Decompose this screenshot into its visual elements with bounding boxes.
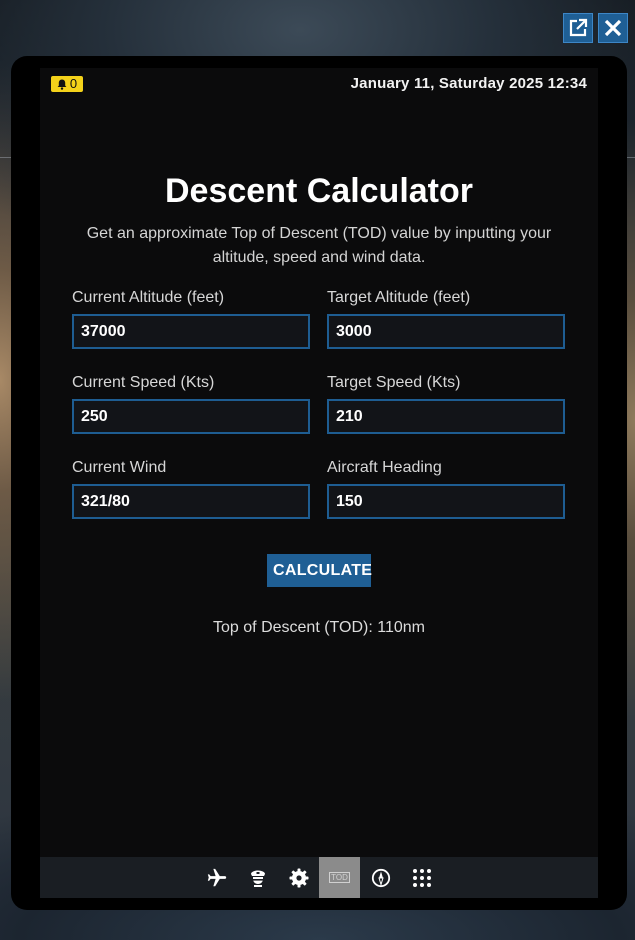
- datetime: January 11, Saturday 2025 12:34: [350, 75, 587, 92]
- current-speed-field: Current Speed (Kts): [72, 373, 312, 434]
- compass-icon: [371, 868, 390, 887]
- current-altitude-input[interactable]: [72, 314, 310, 349]
- tablet-panel: 0 January 11, Saturday 2025 12:34 Descen…: [11, 56, 627, 910]
- aircraft-heading-label: Aircraft Heading: [327, 459, 442, 476]
- current-wind-field: Current Wind: [72, 458, 312, 519]
- current-altitude-label: Current Altitude (feet): [72, 289, 225, 306]
- target-speed-field: Target Speed (Kts): [327, 373, 567, 434]
- toolbar-tod-button[interactable]: TOD: [319, 857, 360, 898]
- apps-grid-icon: [412, 868, 431, 887]
- toolbar-apps-button[interactable]: [401, 857, 442, 898]
- toolbar-flight-button[interactable]: [196, 857, 237, 898]
- external-link-icon: [569, 18, 588, 37]
- current-speed-label: Current Speed (Kts): [72, 374, 215, 391]
- target-altitude-input[interactable]: [327, 314, 565, 349]
- current-wind-label: Current Wind: [72, 459, 167, 476]
- tod-result: Top of Descent (TOD): 110nm: [213, 619, 425, 636]
- pilot-icon: [250, 870, 265, 887]
- page-subtitle: Get an approximate Top of Descent (TOD) …: [86, 225, 552, 266]
- current-altitude-field: Current Altitude (feet): [72, 288, 312, 349]
- current-speed-input[interactable]: [72, 399, 310, 434]
- tablet-screen: 0 January 11, Saturday 2025 12:34 Descen…: [40, 68, 598, 898]
- close-button[interactable]: [598, 13, 628, 43]
- page-title: Descent Calculator: [165, 172, 473, 210]
- notification-badge[interactable]: 0: [51, 76, 83, 92]
- toolbar-settings-button[interactable]: [278, 857, 319, 898]
- target-altitude-label: Target Altitude (feet): [327, 289, 471, 306]
- toolbar-pilot-button[interactable]: [237, 857, 278, 898]
- popout-button[interactable]: [563, 13, 593, 43]
- current-wind-input[interactable]: [72, 484, 310, 519]
- aircraft-heading-input[interactable]: [327, 484, 565, 519]
- aircraft-heading-field: Aircraft Heading: [327, 458, 567, 519]
- target-altitude-field: Target Altitude (feet): [327, 288, 567, 349]
- target-speed-label: Target Speed (Kts): [327, 374, 461, 391]
- status-bar: 0 January 11, Saturday 2025 12:34: [40, 68, 598, 98]
- target-speed-input[interactable]: [327, 399, 565, 434]
- toolbar-compass-button[interactable]: [360, 857, 401, 898]
- calculate-button[interactable]: CALCULATE: [267, 554, 372, 587]
- notification-count: 0: [69, 76, 78, 91]
- bottom-toolbar: TOD: [40, 857, 598, 898]
- tod-icon: TOD: [329, 872, 350, 883]
- close-icon: [604, 19, 622, 37]
- bell-icon: [57, 79, 67, 90]
- airplane-icon: [207, 868, 226, 886]
- gear-icon: [289, 868, 308, 887]
